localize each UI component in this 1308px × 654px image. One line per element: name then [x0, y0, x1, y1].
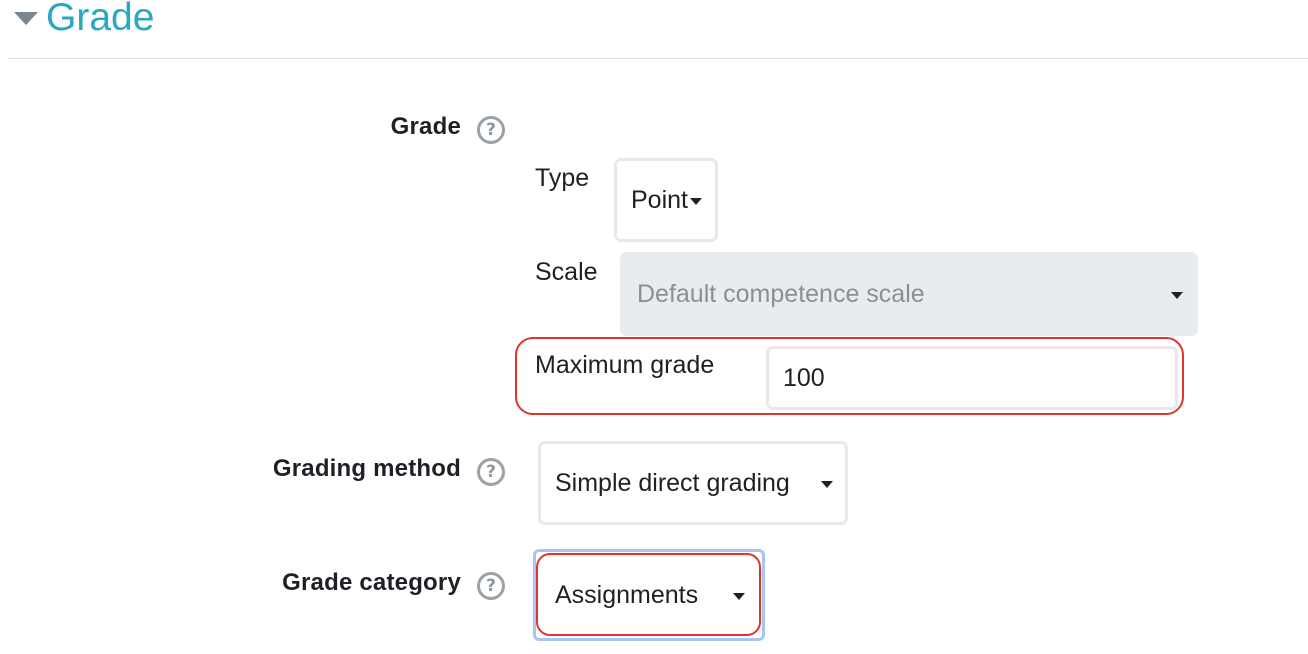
grade-help-icon[interactable]: ? [477, 116, 505, 144]
section-header-grade[interactable]: Grade [14, 0, 154, 42]
grading-method-label: Grading method [272, 455, 461, 482]
grade-category-select[interactable]: Assignments [538, 555, 760, 635]
scale-select-value: Default competence scale [637, 279, 925, 308]
caret-down-icon [690, 198, 702, 205]
caret-down-icon [821, 481, 833, 488]
caret-down-icon [1171, 292, 1183, 299]
caret-down-icon [733, 593, 745, 600]
grading-method-select[interactable]: Simple direct grading [538, 441, 848, 525]
grade-label: Grade [390, 113, 461, 140]
grade-category-help-icon[interactable]: ? [477, 572, 505, 600]
type-select[interactable]: Point [614, 158, 718, 242]
type-label: Type [535, 164, 590, 192]
grading-method-help-icon[interactable]: ? [477, 458, 505, 486]
section-divider [8, 58, 1308, 59]
section-title: Grade [46, 0, 155, 39]
chevron-down-icon [14, 11, 38, 25]
maximum-grade-label: Maximum grade [535, 351, 715, 379]
maximum-grade-value: 100 [783, 363, 825, 392]
type-select-value: Point [631, 185, 688, 214]
grading-method-select-value: Simple direct grading [555, 468, 790, 497]
scale-label: Scale [535, 258, 598, 286]
grade-category-label: Grade category [282, 569, 461, 596]
scale-select: Default competence scale [620, 252, 1198, 336]
maximum-grade-input[interactable]: 100 [766, 346, 1178, 410]
grade-category-select-value: Assignments [555, 580, 699, 609]
